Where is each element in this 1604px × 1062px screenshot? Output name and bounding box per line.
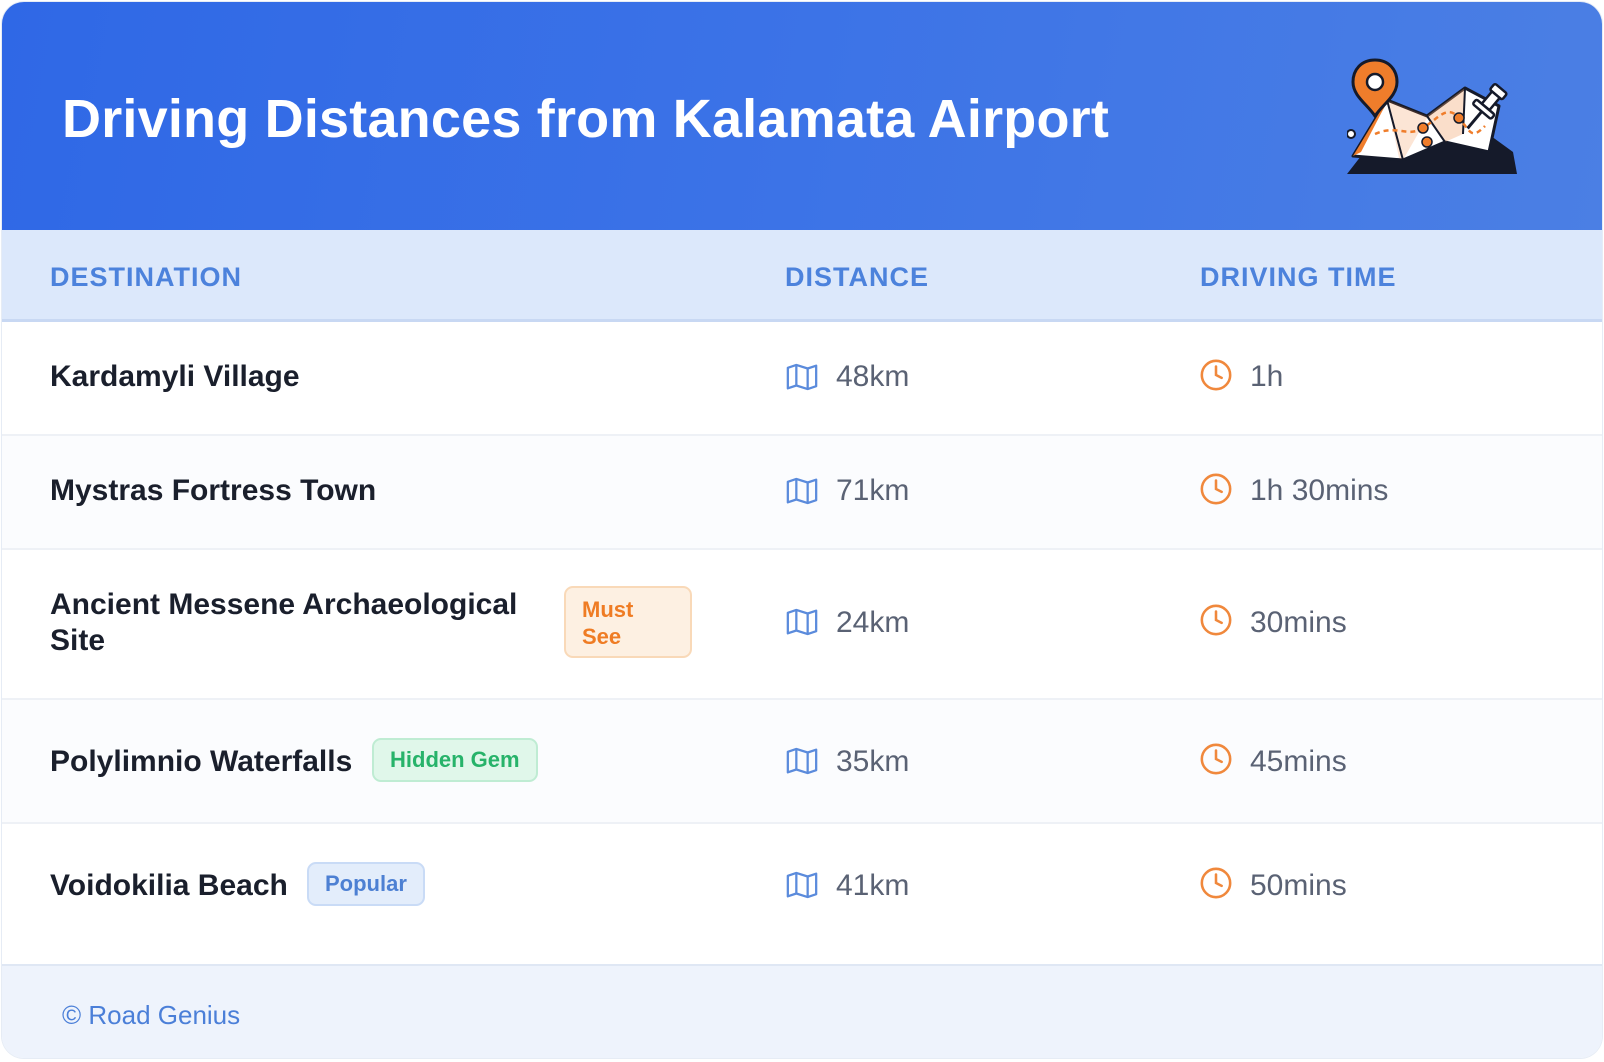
column-header-driving-time: DRIVING TIME <box>1200 262 1397 292</box>
table-row: Kardamyli Village 48km 1h <box>2 322 1602 436</box>
must-see-badge: Must See <box>564 586 692 658</box>
driving-time-value: 45mins <box>1250 745 1347 778</box>
destination-name-line-2: Site <box>50 624 106 657</box>
badge-line-2: See <box>582 624 622 649</box>
column-header-distance: DISTANCE <box>785 262 930 292</box>
driving-time-value: 1h <box>1250 360 1284 393</box>
hidden-gem-badge: Hidden Gem <box>372 738 538 782</box>
header-banner: Driving Distances from Kalamata Airport <box>2 2 1602 230</box>
clock-icon <box>1200 743 1232 775</box>
destination-name: Ancient Messene Archaeological Site <box>50 587 517 659</box>
driving-time-value: 1h 30mins <box>1250 474 1389 507</box>
distance-value: 48km <box>836 360 910 393</box>
destination-name: Voidokilia Beach <box>50 869 288 902</box>
map-with-pin-illustration-icon <box>1347 58 1517 174</box>
driving-time-value: 50mins <box>1250 869 1347 902</box>
badge-line-1: Must <box>582 597 634 622</box>
distance-value: 24km <box>836 606 910 639</box>
map-icon <box>786 608 818 636</box>
distance-value: 41km <box>836 869 910 902</box>
destination-name: Mystras Fortress Town <box>50 474 377 507</box>
distance-value: 35km <box>836 745 910 778</box>
popular-badge: Popular <box>307 862 425 906</box>
page-title: Driving Distances from Kalamata Airport <box>62 89 1110 149</box>
table-header-row: DESTINATION DISTANCE DRIVING TIME <box>2 230 1602 322</box>
distances-card: Driving Distances from Kalamata Airport <box>2 2 1602 1058</box>
clock-icon <box>1200 359 1232 391</box>
clock-icon <box>1200 473 1232 505</box>
driving-time-value: 30mins <box>1250 606 1347 639</box>
footer-credit-link[interactable]: © Road Genius <box>62 1000 240 1031</box>
column-header-destination: DESTINATION <box>50 262 242 292</box>
map-icon <box>786 363 818 391</box>
footer: © Road Genius <box>2 964 1602 1058</box>
map-icon <box>786 747 818 775</box>
destination-name-line-1: Ancient Messene Archaeological <box>50 588 518 621</box>
clock-icon <box>1200 867 1232 899</box>
table-row: Mystras Fortress Town 71km 1h 30mins <box>2 436 1602 550</box>
distance-value: 71km <box>836 474 910 507</box>
map-icon <box>786 477 818 505</box>
destination-name: Kardamyli Village <box>50 360 300 393</box>
map-icon <box>786 871 818 899</box>
clock-icon <box>1200 604 1232 636</box>
table-row: Voidokilia Beach Popular 41km 50mins <box>2 824 1602 964</box>
table-row: Ancient Messene Archaeological Site Must… <box>2 550 1602 700</box>
destination-name: Polylimnio Waterfalls <box>50 745 353 778</box>
table-row: Polylimnio Waterfalls Hidden Gem 35km 45… <box>2 700 1602 824</box>
